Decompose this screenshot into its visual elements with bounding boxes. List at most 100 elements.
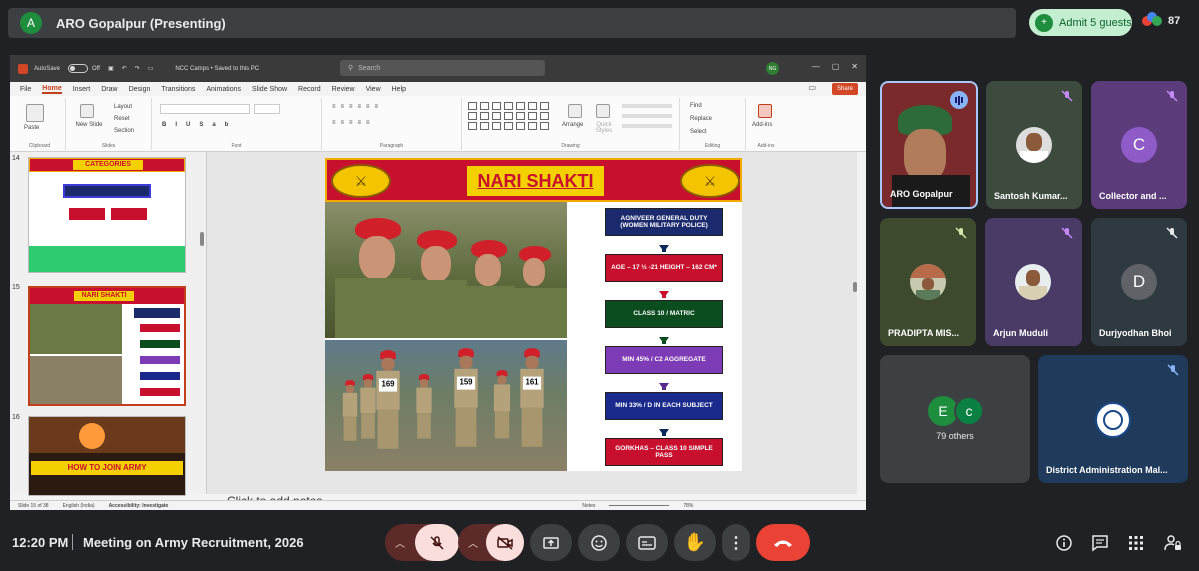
tab-insert[interactable]: Insert xyxy=(73,86,91,93)
chevron-up-icon[interactable]: ︿ xyxy=(468,535,478,550)
new-slide-icon[interactable] xyxy=(80,104,94,118)
share-button[interactable]: Share xyxy=(831,83,858,95)
thumbs-scrollbar[interactable] xyxy=(200,232,204,246)
person-add-icon: + xyxy=(1035,13,1053,32)
drawing-label: Drawing xyxy=(561,143,580,149)
maximize-icon[interactable]: ▢ xyxy=(832,62,840,71)
mic-off-icon xyxy=(430,535,444,550)
chevron-up-icon[interactable]: ︿ xyxy=(395,535,405,550)
thumb-title: HOW TO JOIN ARMY xyxy=(31,461,183,475)
thumb-number: 15 xyxy=(12,284,20,291)
quick-styles-icon[interactable] xyxy=(596,104,610,118)
arrange-icon[interactable] xyxy=(568,104,582,118)
leave-call-button[interactable] xyxy=(756,524,810,561)
tile-durjyodhan[interactable]: D Durjyodhan Bhoi xyxy=(1091,218,1187,346)
zoom-slider[interactable] xyxy=(609,505,670,506)
redo-icon[interactable]: ↷ xyxy=(135,65,140,72)
more-options-button[interactable]: ⋮ xyxy=(722,524,750,561)
tile-pradipta[interactable]: PRADIPTA MIS... xyxy=(880,218,976,346)
tab-review[interactable]: Review xyxy=(332,86,355,93)
participants-button[interactable]: 87 xyxy=(1142,12,1180,30)
speaker-face xyxy=(904,129,946,181)
tile-district-admin[interactable]: District Administration Mal... xyxy=(1038,355,1188,483)
thumb-slide-16[interactable]: HOW TO JOIN ARMY xyxy=(28,416,186,496)
addins-icon[interactable] xyxy=(758,104,772,118)
mic-off-icon xyxy=(1165,89,1179,103)
tab-slide-show[interactable]: Slide Show xyxy=(252,86,287,93)
minimize-icon[interactable]: — xyxy=(812,62,820,71)
save-icon[interactable]: ▣ xyxy=(108,65,114,72)
ppt-user-avatar[interactable]: NG xyxy=(766,62,779,75)
zoom-level[interactable]: 78% xyxy=(683,503,693,509)
section-button[interactable]: Section xyxy=(114,128,134,134)
chat-button[interactable] xyxy=(1089,532,1111,554)
font-name-field[interactable] xyxy=(160,104,250,114)
tile-arjun[interactable]: Arjun Muduli xyxy=(985,218,1082,346)
paste-icon[interactable] xyxy=(26,104,44,122)
list-buttons[interactable]: ≡≡≡≡≡≡ xyxy=(332,104,383,110)
slide-header: ⚔ NARI SHAKTI ⚔ xyxy=(325,158,742,202)
raise-hand-button[interactable]: ✋ xyxy=(674,524,716,561)
shapes-gallery[interactable] xyxy=(468,102,550,130)
meeting-info-button[interactable] xyxy=(1053,532,1075,554)
undo-icon[interactable]: ↶ xyxy=(122,65,127,72)
font-format-buttons[interactable]: BIUSab xyxy=(162,122,237,128)
tab-design[interactable]: Design xyxy=(129,86,151,93)
apps-grid-icon xyxy=(1129,536,1143,550)
font-size-field[interactable] xyxy=(254,104,280,114)
info-icon xyxy=(1056,535,1072,551)
tab-view[interactable]: View xyxy=(366,86,381,93)
accessibility-status[interactable]: Accessibility: Investigate xyxy=(109,503,169,509)
present-screen-button[interactable] xyxy=(530,524,572,561)
captions-button[interactable] xyxy=(626,524,668,561)
flow-box-age: AGE – 17 ½ -21 HEIGHT – 162 CM* xyxy=(605,254,723,282)
replace-button[interactable]: Replace xyxy=(690,116,712,122)
tab-file[interactable]: File xyxy=(20,86,31,93)
thumb-slide-14[interactable]: CATEGORIES xyxy=(28,157,186,273)
notes-toggle[interactable]: Notes xyxy=(582,503,595,509)
hand-icon: ✋ xyxy=(683,532,707,552)
autosave-toggle[interactable] xyxy=(68,64,89,73)
present-icon[interactable]: ▭ xyxy=(148,65,154,72)
call-end-icon xyxy=(774,540,792,547)
shape-outline-bar xyxy=(622,114,672,118)
district-logo xyxy=(1095,402,1131,438)
canvas-scrollbar[interactable] xyxy=(853,282,857,292)
align-buttons[interactable]: ≡≡≡≡≡ xyxy=(332,120,375,126)
tile-collector[interactable]: C Collector and ... xyxy=(1091,81,1187,209)
admit-guests-button[interactable]: + Admit 5 guests xyxy=(1029,9,1132,36)
tab-help[interactable]: Help xyxy=(392,86,406,93)
close-icon[interactable]: ✕ xyxy=(851,62,858,71)
select-button[interactable]: Select xyxy=(690,129,707,135)
tab-transitions[interactable]: Transitions xyxy=(161,86,195,93)
language-status[interactable]: English (India) xyxy=(63,503,95,509)
reactions-button[interactable] xyxy=(578,524,620,561)
mic-off-icon xyxy=(1165,226,1179,240)
comments-icon[interactable]: ▭ xyxy=(808,83,816,92)
reset-button[interactable]: Reset xyxy=(114,116,130,122)
layout-button[interactable]: Layout xyxy=(114,104,132,110)
mic-off-icon xyxy=(1060,89,1074,103)
find-button[interactable]: Find xyxy=(690,103,702,109)
thumb-slide-15[interactable]: NARI SHAKTI xyxy=(28,286,186,406)
tile-santosh[interactable]: Santosh Kumar... xyxy=(986,81,1082,209)
tile-aro-gopalpur[interactable]: ARO Gopalpur xyxy=(880,81,978,209)
tab-home[interactable]: Home xyxy=(42,85,62,94)
host-controls-button[interactable] xyxy=(1162,532,1184,554)
mic-toggle-button[interactable] xyxy=(415,524,459,561)
thumb-title: NARI SHAKTI xyxy=(74,291,134,301)
pradipta-photo xyxy=(910,264,946,300)
activities-button[interactable] xyxy=(1125,532,1147,554)
slide-canvas: ⚔ NARI SHAKTI ⚔ 169 159 161 AGNIVEER GEN… xyxy=(207,152,857,494)
ppt-search-box[interactable]: ⚲ Search xyxy=(340,60,545,76)
addins-label: Add-ins xyxy=(757,143,775,149)
autosave-label: AutoSave xyxy=(34,65,61,72)
tab-animations[interactable]: Animations xyxy=(206,86,241,93)
slides-group: New Slide Layout Reset Section Slides xyxy=(66,98,152,150)
camera-toggle-button[interactable] xyxy=(486,524,524,561)
tile-others[interactable]: E c 79 others xyxy=(880,355,1030,483)
arrange-label: Arrange xyxy=(562,122,584,128)
tab-record[interactable]: Record xyxy=(298,86,321,93)
tab-draw[interactable]: Draw xyxy=(101,86,117,93)
participant-name: ARO Gopalpur xyxy=(890,189,953,199)
